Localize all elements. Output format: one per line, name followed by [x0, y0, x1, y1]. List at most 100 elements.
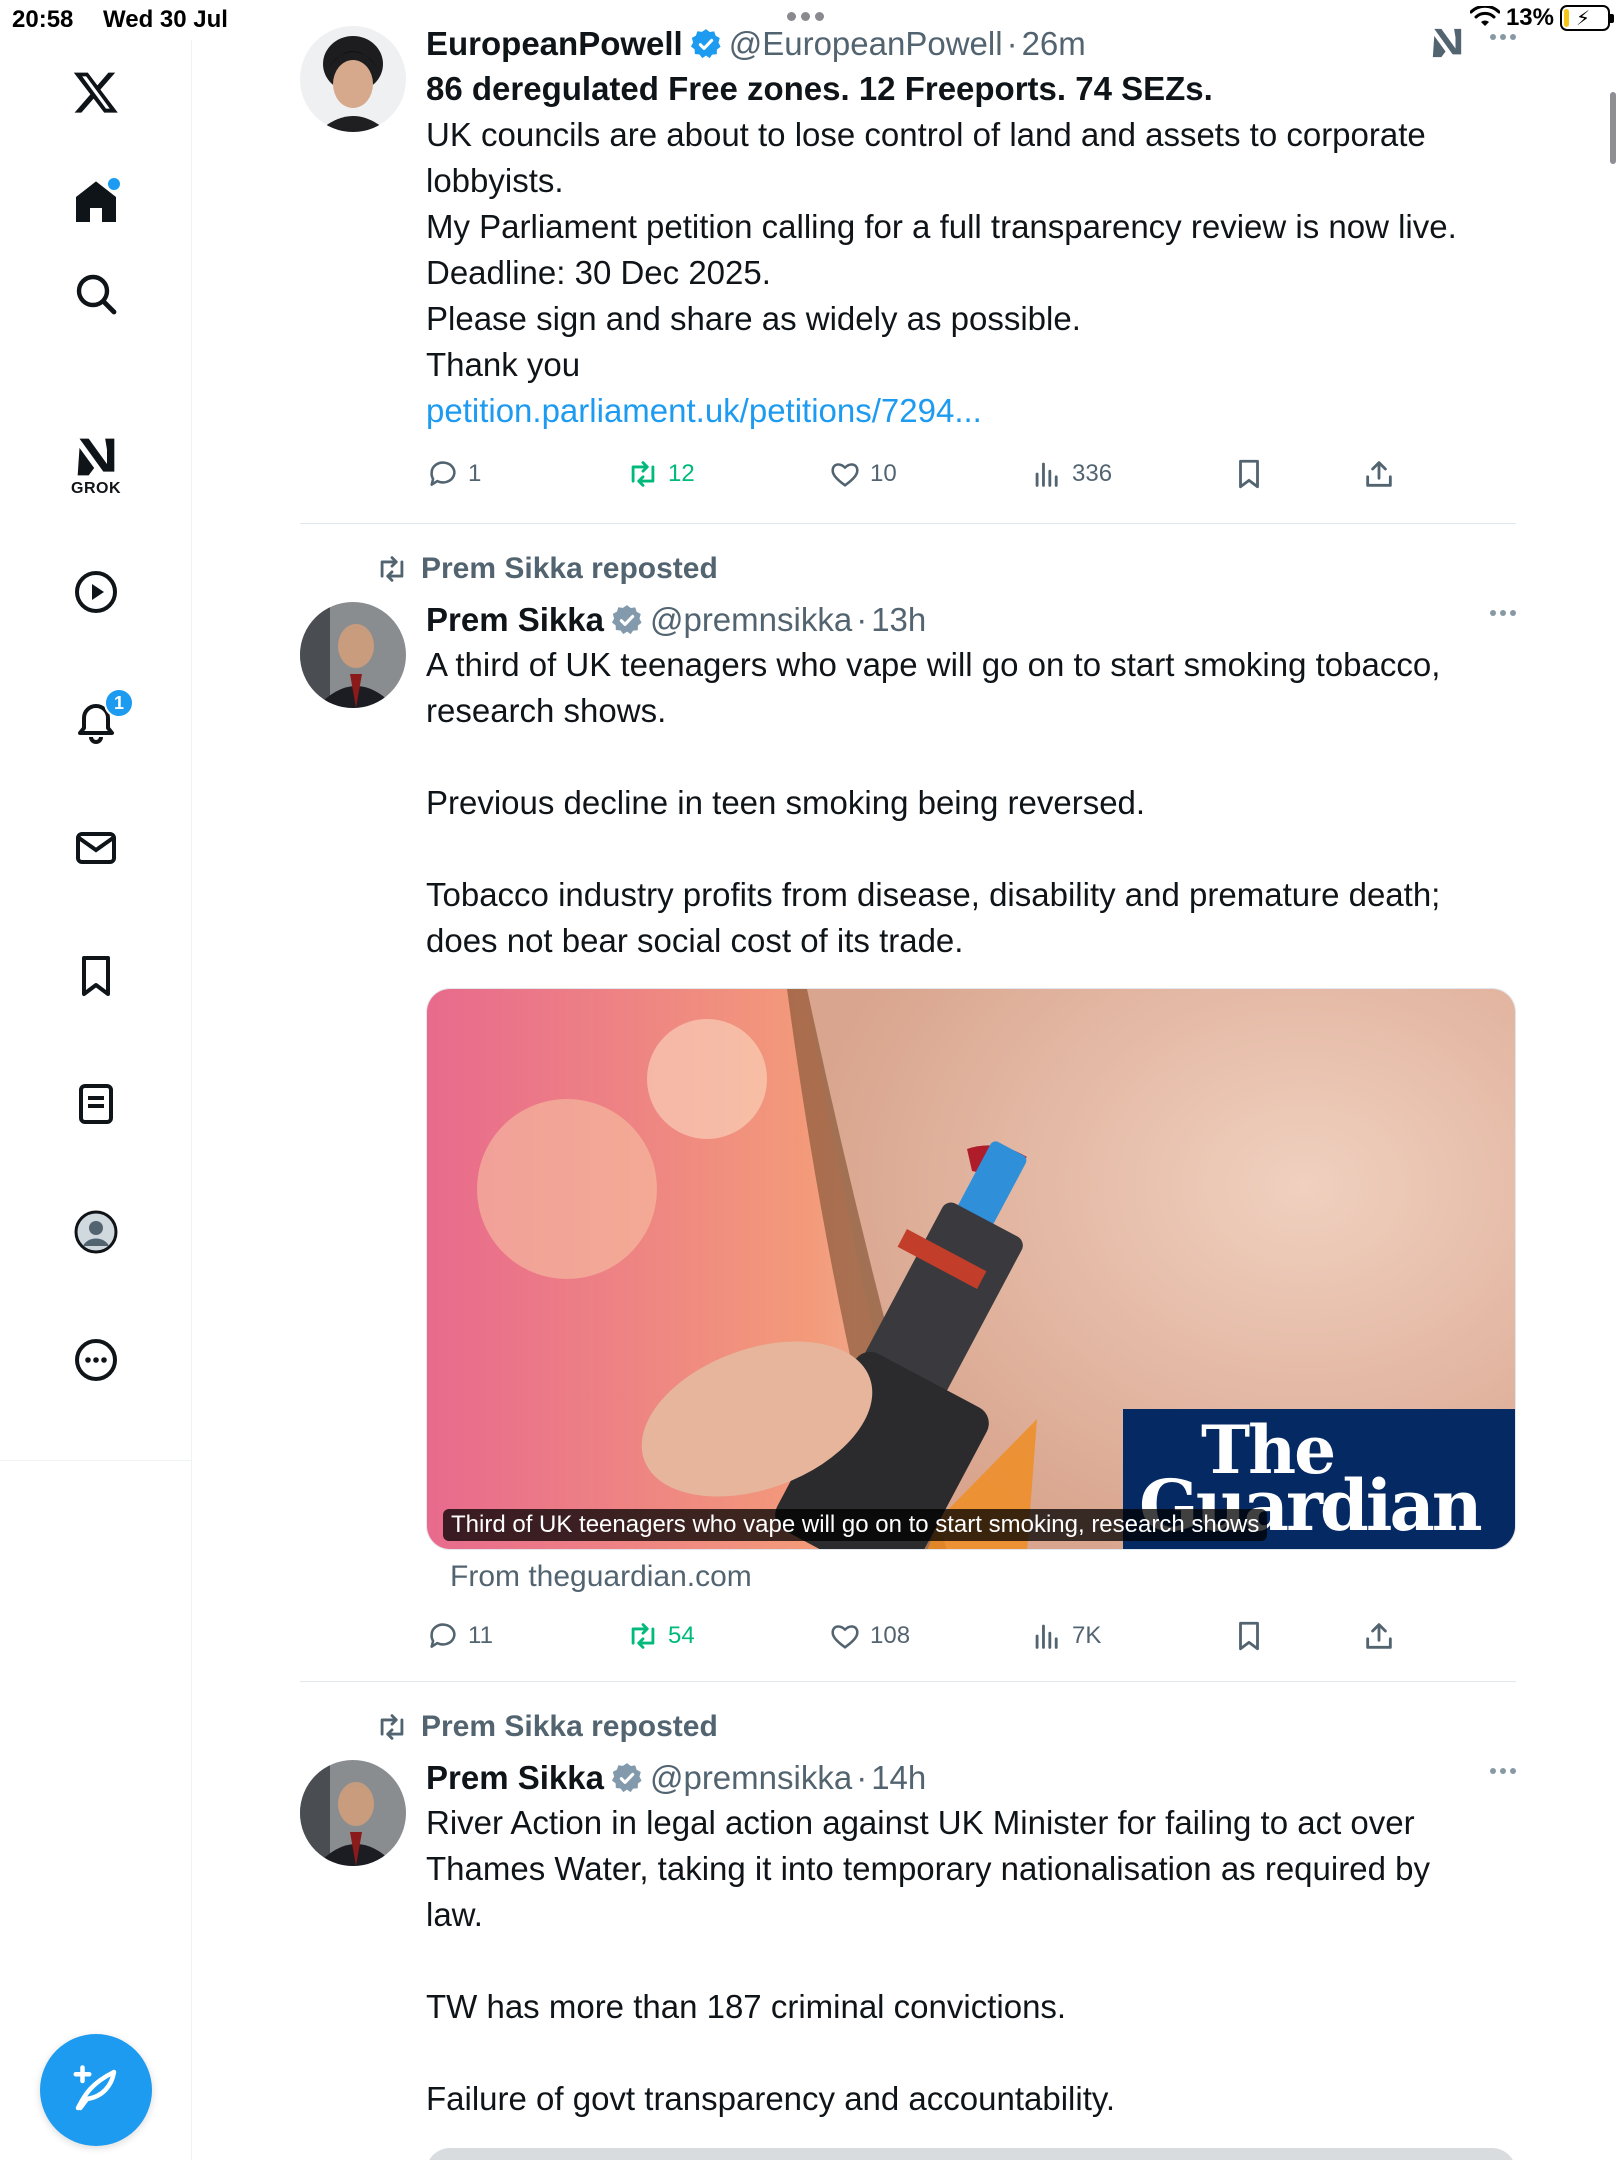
tweet-line: Please sign and share as widely as possi… [426, 300, 1081, 337]
bookmark-icon [1239, 1621, 1259, 1651]
nav-grok[interactable]: GROK [64, 432, 128, 497]
repost-indicator[interactable]: Prem Sikka reposted [375, 552, 718, 586]
tweet-headline: 86 deregulated Free zones. 12 Freeports.… [426, 70, 1213, 107]
list-icon [79, 1084, 113, 1124]
grok-icon [77, 438, 115, 476]
nav-video[interactable] [64, 560, 128, 624]
nav-notifications[interactable]: 1 [64, 688, 134, 752]
tweet-line: TW has more than 187 criminal conviction… [426, 1988, 1067, 2025]
tweet-divider [300, 1681, 1516, 1682]
nav-messages[interactable] [64, 816, 128, 880]
repost-count: 54 [668, 1622, 695, 1649]
tweet-line: Thames Water, taking it into temporary n… [426, 1850, 1430, 1887]
tweet-text: 86 deregulated Free zones. 12 Freeports.… [426, 66, 1516, 434]
author-handle[interactable]: @premnsikka [650, 601, 852, 639]
tweet-time[interactable]: 26m [1022, 25, 1086, 63]
tweet-text: River Action in legal action against UK … [426, 1800, 1516, 2122]
author-name[interactable]: EuropeanPowell [426, 25, 683, 63]
media-preview[interactable] [426, 2148, 1516, 2160]
petition-link[interactable]: petition.parliament.uk/petitions/7294... [426, 388, 1516, 434]
bookmark-icon [82, 956, 110, 996]
scrollbar[interactable] [1610, 92, 1616, 164]
compose-button[interactable] [40, 2034, 152, 2146]
nav-lists[interactable] [64, 1072, 128, 1136]
like-button[interactable]: 10 [828, 452, 897, 496]
separator-dot: · [856, 1759, 868, 1796]
sidebar: GROK 1 [0, 40, 192, 2160]
link-card[interactable]: The Guardian Third of UK teenagers who v… [426, 988, 1516, 1550]
more-options-icon[interactable] [1490, 1768, 1516, 1774]
bookmark-icon [1239, 459, 1259, 489]
nav-profile[interactable] [64, 1200, 128, 1264]
search-icon [76, 274, 117, 315]
repost-count: 12 [668, 460, 695, 487]
tweet-line: My Parliament petition calling for a ful… [426, 208, 1457, 245]
tweet-line: Failure of govt transparency and account… [426, 2080, 1116, 2117]
author-name[interactable]: Prem Sikka [426, 1759, 604, 1797]
more-options-icon[interactable] [1490, 610, 1516, 616]
profile-icon [74, 1210, 118, 1254]
share-button[interactable] [1362, 452, 1404, 496]
tweet-line: Deadline: 30 Dec 2025. [426, 254, 771, 291]
tweet-line: UK councils are about to lose control of… [426, 116, 1426, 153]
status-date: Wed 30 Jul [103, 6, 228, 33]
nav-home[interactable] [64, 170, 128, 234]
like-button[interactable]: 108 [828, 1614, 910, 1658]
grok-label: GROK [71, 480, 121, 497]
repost-icon [380, 556, 404, 582]
home-unread-dot [108, 178, 120, 190]
tweet-time[interactable]: 13h [871, 601, 926, 639]
multitasking-dots-icon[interactable] [787, 12, 824, 21]
more-options-icon[interactable] [1490, 34, 1516, 40]
avatar[interactable] [300, 602, 406, 708]
views-button[interactable]: 336 [1030, 452, 1112, 496]
compose-feather-icon [73, 2065, 117, 2111]
verified-badge-icon [690, 29, 721, 59]
separator-dot: · [856, 601, 868, 638]
reply-button[interactable]: 1 [426, 452, 481, 496]
analytics-icon [1035, 462, 1058, 487]
heart-icon [831, 463, 859, 487]
reply-icon [430, 461, 456, 486]
views-count: 336 [1072, 460, 1113, 487]
repost-button[interactable]: 54 [626, 1614, 695, 1658]
tweet-line: law. [426, 1896, 483, 1933]
share-button[interactable] [1362, 1614, 1404, 1658]
tweet-line: Thank you [426, 346, 581, 383]
repost-indicator[interactable]: Prem Sikka reposted [375, 1710, 718, 1744]
battery-icon: ⚡ [1560, 5, 1614, 31]
tweet-line [426, 2030, 1516, 2076]
nav-bookmarks[interactable] [64, 944, 128, 1008]
nav-more[interactable] [64, 1328, 128, 1392]
bookmark-button[interactable] [1232, 452, 1274, 496]
x-logo-icon[interactable] [64, 60, 128, 124]
card-source[interactable]: From theguardian.com [450, 1560, 752, 1594]
tweet-line [426, 734, 1516, 780]
repost-label: Prem Sikka reposted [421, 552, 718, 585]
share-icon [1366, 1623, 1392, 1649]
tweet-line: research shows. [426, 692, 667, 729]
separator-dot: · [1006, 25, 1018, 62]
reply-button[interactable]: 11 [426, 1614, 493, 1658]
views-count: 7K [1072, 1622, 1102, 1649]
author-name[interactable]: Prem Sikka [426, 601, 604, 639]
author-handle[interactable]: @EuropeanPowell [729, 25, 1003, 63]
sidebar-divider [0, 1460, 192, 1461]
reply-icon [430, 1623, 456, 1648]
nav-search[interactable] [64, 262, 128, 326]
reply-count: 11 [468, 1622, 493, 1649]
repost-icon [380, 1714, 404, 1740]
tweet-text: A third of UK teenagers who vape will go… [426, 642, 1516, 964]
verified-badge-icon [611, 605, 642, 635]
repost-button[interactable]: 12 [626, 452, 695, 496]
more-circle-icon [75, 1339, 117, 1381]
tweet-header: Prem Sikka @premnsikka · 14h [426, 1756, 1516, 1800]
tweet-time[interactable]: 14h [871, 1759, 926, 1797]
tweet-line: Tobacco industry profits from disease, d… [426, 876, 1441, 913]
avatar[interactable] [300, 26, 406, 132]
views-button[interactable]: 7K [1030, 1614, 1101, 1658]
avatar[interactable] [300, 1760, 406, 1866]
tweet-line: A third of UK teenagers who vape will go… [426, 646, 1441, 683]
author-handle[interactable]: @premnsikka [650, 1759, 852, 1797]
bookmark-button[interactable] [1232, 1614, 1274, 1658]
